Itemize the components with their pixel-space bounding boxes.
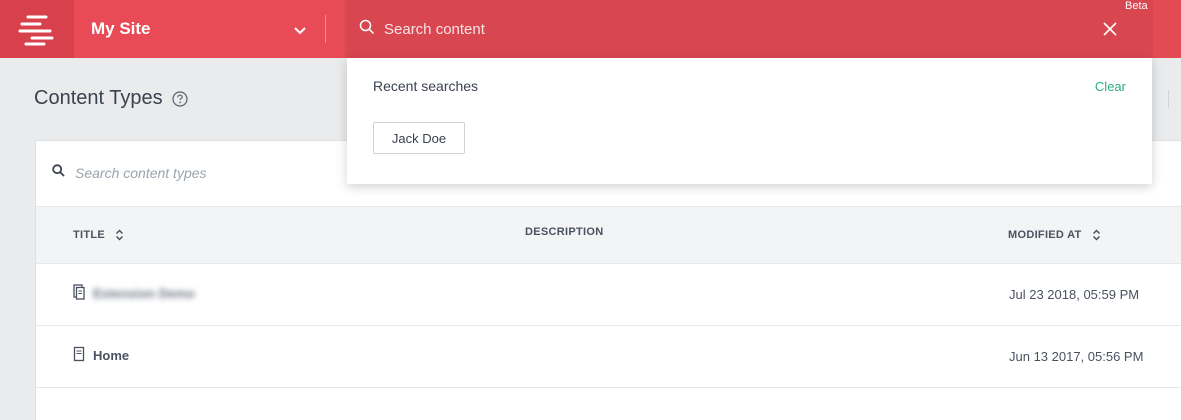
site-divider: [325, 15, 326, 43]
row-modified-at: Jun 13 2017, 05:56 PM: [1009, 349, 1144, 364]
column-title-label: TITLE: [73, 229, 106, 241]
row-title[interactable]: Extension Demo: [93, 286, 195, 301]
page-title-text: Content Types: [34, 87, 163, 109]
beta-badge: Beta: [1125, 0, 1148, 12]
close-icon[interactable]: [1103, 22, 1117, 41]
app-logo[interactable]: [0, 0, 74, 58]
page-title: Content Types: [34, 87, 188, 110]
sort-icon[interactable]: [1092, 229, 1101, 241]
search-icon: [52, 164, 65, 182]
site-selector[interactable]: My Site: [74, 0, 344, 58]
global-search-bar[interactable]: Search content: [346, 0, 1153, 58]
column-description-label: DESCRIPTION: [525, 226, 604, 238]
table-row[interactable]: Extension Demo Jul 23 2018, 05:59 PM: [36, 264, 1181, 326]
content-types-search-input[interactable]: Search content types: [75, 165, 207, 181]
table-header: TITLE DESCRIPTION MODIFIED AT: [36, 206, 1181, 264]
search-icon: [359, 19, 375, 40]
site-name: My Site: [91, 19, 151, 38]
recent-searches-dropdown: Recent searches Clear Jack Doe: [347, 58, 1152, 184]
clear-recent-searches-link[interactable]: Clear: [1095, 79, 1126, 94]
sort-icon[interactable]: [115, 229, 124, 241]
help-circle-icon[interactable]: [172, 90, 188, 107]
row-title[interactable]: Home: [93, 348, 129, 363]
table-row[interactable]: Home Jun 13 2017, 05:56 PM: [36, 326, 1181, 388]
column-header-title[interactable]: TITLE: [73, 229, 124, 241]
recent-search-chip[interactable]: Jack Doe: [373, 122, 465, 154]
recent-searches-heading: Recent searches: [373, 78, 479, 94]
toolbar-divider: [1168, 90, 1169, 108]
global-search-input[interactable]: Search content: [384, 21, 485, 38]
chevron-down-icon: [293, 23, 307, 41]
column-header-modified-at[interactable]: MODIFIED AT: [1008, 229, 1101, 241]
document-list-icon: [73, 284, 85, 305]
row-modified-at: Jul 23 2018, 05:59 PM: [1009, 287, 1140, 302]
column-header-description: DESCRIPTION: [525, 226, 603, 238]
stacked-bars-logo-icon: [18, 15, 54, 46]
document-icon: [73, 346, 85, 367]
column-modified-label: MODIFIED AT: [1008, 229, 1082, 241]
